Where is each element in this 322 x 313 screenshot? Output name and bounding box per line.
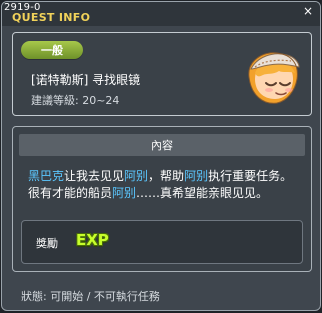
quest-name: [诺特勒斯] 寻找眼镜 <box>31 73 141 87</box>
window-title: QUEST INFO <box>12 11 91 24</box>
npc-name-highlight: 阿别 <box>184 169 209 183</box>
npc-portrait-icon <box>248 52 300 104</box>
description-text: 很有才能的船员 <box>28 186 113 200</box>
quest-description: 黑巴克让我去见见阿别，帮助阿别执行重要任务。 很有才能的船员阿别……真希望能亲眼… <box>28 168 304 202</box>
description-text: ……真希望能亲眼见见。 <box>136 186 269 200</box>
quest-recommended-level: 建議等級: 20~24 <box>31 94 120 107</box>
npc-name-highlight: 阿别 <box>112 186 137 200</box>
close-icon[interactable]: × <box>299 2 317 20</box>
content-header: 內容 <box>19 134 305 156</box>
quest-summary-card: 一般 [诺特勒斯] 寻找眼镜 建議等級: 20~24 <box>12 32 312 116</box>
description-line-1: 黑巴克让我去见见阿别，帮助阿别执行重要任务。 <box>28 168 304 185</box>
description-line-2: 很有才能的船员阿别……真希望能亲眼见见。 <box>28 185 304 202</box>
quest-category-badge: 一般 <box>21 41 83 59</box>
description-text: 执行重要任务。 <box>208 169 293 183</box>
npc-name-highlight: 黑巴克 <box>28 169 65 183</box>
quest-content-card: 內容 黑巴克让我去见见阿别，帮助阿别执行重要任务。 很有才能的船员阿别……真希望… <box>12 126 312 272</box>
reward-box: 獎勵 EXP <box>21 220 303 264</box>
quest-status: 狀態: 可開始 / 不可執行任務 <box>21 290 160 303</box>
description-text: ，帮助 <box>148 169 185 183</box>
quest-info-window: 2919-0 QUEST INFO × 一般 [诺特勒斯] 寻找眼镜 建議等級:… <box>1 1 321 311</box>
title-bar[interactable]: 2919-0 QUEST INFO × <box>2 2 320 26</box>
npc-name-highlight: 阿别 <box>124 169 149 183</box>
description-text: 让我去见见 <box>64 169 125 183</box>
exp-icon: EXP <box>76 231 109 249</box>
reward-label: 獎勵 <box>36 237 58 250</box>
